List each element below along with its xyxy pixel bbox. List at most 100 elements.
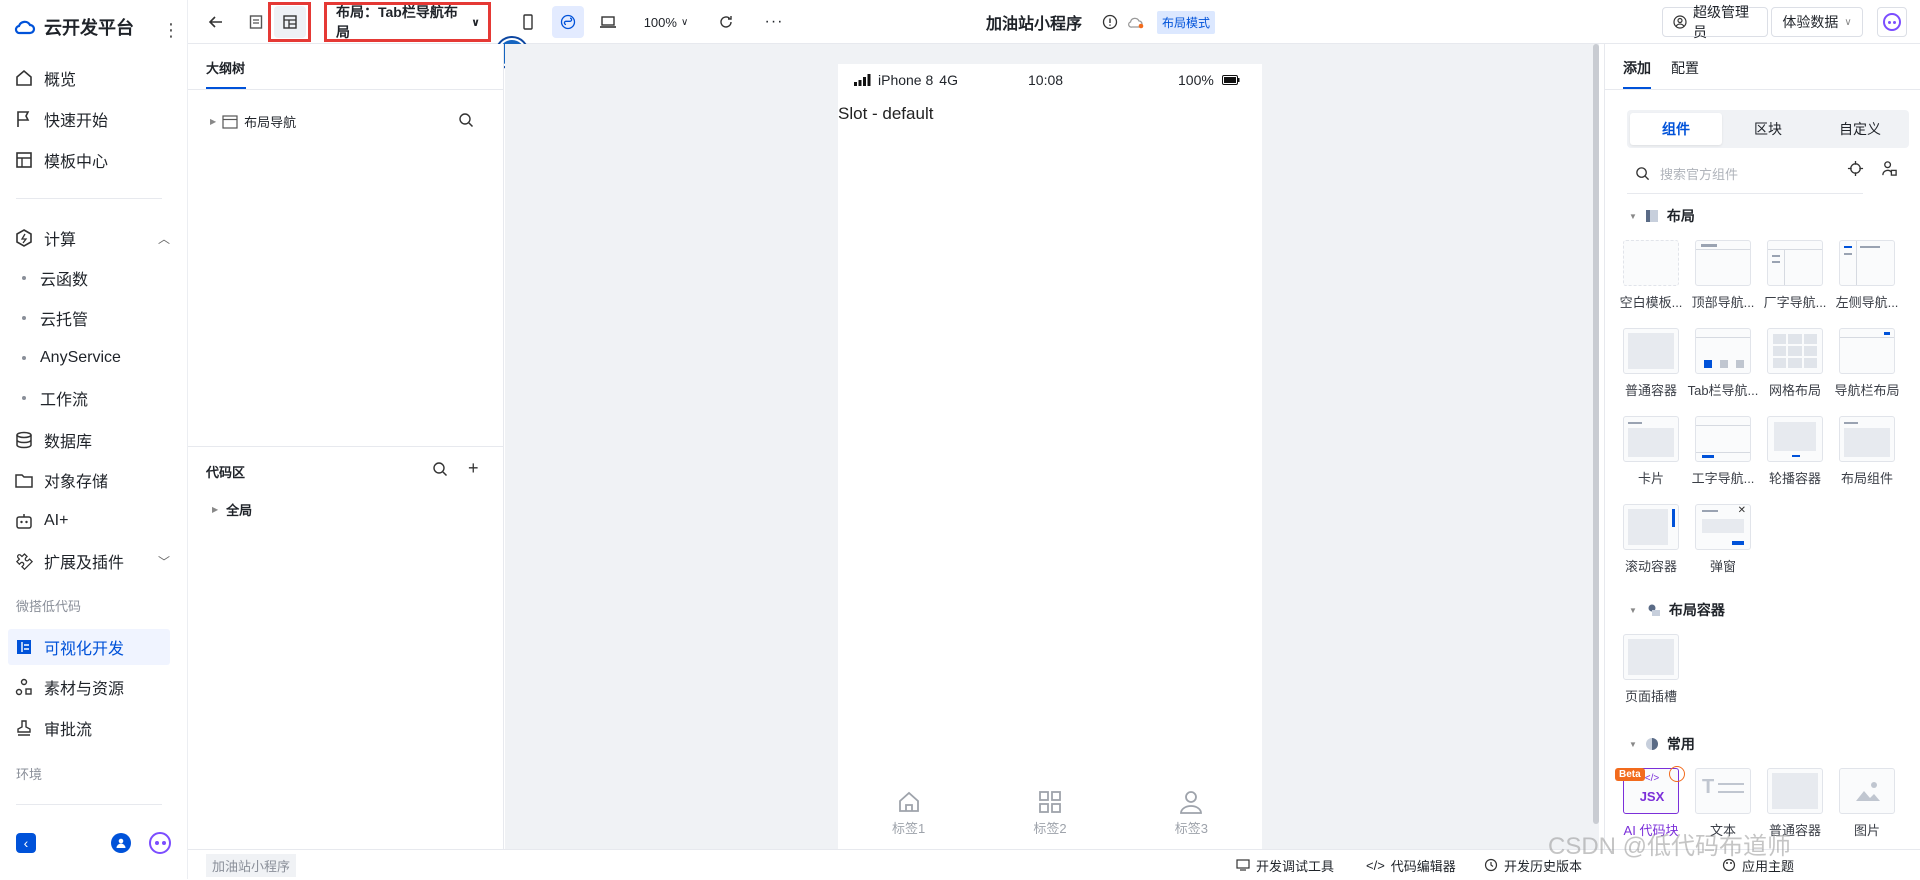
section-common[interactable]: ▼ 常用 xyxy=(1629,734,1695,754)
more-vertical-icon[interactable]: ⋮ xyxy=(162,20,180,41)
assistant-icon[interactable] xyxy=(149,832,171,854)
comp-grid-layout[interactable]: 网格布局 xyxy=(1759,328,1831,399)
comp-top-nav[interactable]: 顶部导航... xyxy=(1687,240,1759,311)
layout-icon xyxy=(14,637,34,657)
collapse-nav-button[interactable]: ‹ xyxy=(16,833,36,853)
factory-nav-thumb xyxy=(1767,240,1823,286)
search-icon xyxy=(1635,166,1650,181)
debug-tools-button[interactable]: 开发调试工具 xyxy=(1236,850,1334,880)
nav-divider xyxy=(16,198,162,199)
comp-dialog[interactable]: ✕ 弹窗 xyxy=(1687,504,1759,575)
device-miniprogram-button[interactable] xyxy=(552,0,584,44)
device-desktop-button[interactable] xyxy=(592,0,624,44)
beta-badge: Beta xyxy=(1615,768,1645,781)
comp-layout-component[interactable]: 布局组件 xyxy=(1831,416,1903,487)
user-button[interactable]: 超级管理员 xyxy=(1662,4,1768,40)
tab-config[interactable]: 配置 xyxy=(1671,58,1699,78)
i-nav-thumb xyxy=(1695,416,1751,462)
plugin-icon xyxy=(14,551,34,571)
highlight-box-2 xyxy=(324,2,491,42)
comp-label: Tab栏导航... xyxy=(1687,383,1759,398)
comp-page-slot[interactable]: 页面插槽 xyxy=(1615,634,1687,705)
code-editor-button[interactable]: </> 代码编辑器 xyxy=(1366,850,1456,880)
section-layout-label: 布局 xyxy=(1666,208,1695,224)
component-type-segment: 组件 区块 自定义 xyxy=(1627,110,1909,148)
tab-outline[interactable]: 大纲树 xyxy=(206,58,245,77)
info-icon[interactable] xyxy=(1096,0,1124,44)
comp-factory-nav[interactable]: 厂字导航... xyxy=(1759,240,1831,311)
search-icon[interactable] xyxy=(458,112,474,128)
zoom-value: 100% xyxy=(643,14,677,30)
segment-components[interactable]: 组件 xyxy=(1630,113,1722,145)
comp-normal-container[interactable]: 普通容器 xyxy=(1615,328,1687,399)
code-search-icon[interactable] xyxy=(432,461,448,477)
nav-quickstart[interactable]: 快速开始 xyxy=(14,101,170,137)
locate-icon[interactable] xyxy=(1847,160,1864,177)
comp-carousel[interactable]: 轮播容器 xyxy=(1759,416,1831,487)
comp-i-nav[interactable]: 工字导航... xyxy=(1687,416,1759,487)
brand[interactable]: 云开发平台 xyxy=(14,14,134,40)
comp-scroll-container[interactable]: 滚动容器 xyxy=(1615,504,1687,575)
nav-database[interactable]: 数据库 xyxy=(14,422,170,458)
design-canvas: iPhone 8 4G 10:08 100% Slot - default 标签… xyxy=(505,44,1599,849)
nav-workflow[interactable]: 工作流 xyxy=(22,381,88,415)
tab-bar-item-3[interactable]: 标签3 xyxy=(1121,789,1262,849)
section-layout[interactable]: ▼ 布局 xyxy=(1629,206,1695,226)
comp-tab-nav[interactable]: Tab栏导航... xyxy=(1687,328,1759,399)
nav-visual-dev[interactable]: 可视化开发 xyxy=(8,629,170,665)
comp-blank-template[interactable]: 空白模板... xyxy=(1615,240,1687,311)
device-mobile-button[interactable] xyxy=(512,0,544,44)
tab-bar-item-1[interactable]: 标签1 xyxy=(838,789,979,849)
segment-blocks[interactable]: 区块 xyxy=(1722,113,1814,145)
section-layout-container[interactable]: ▼ 布局容器 xyxy=(1629,600,1725,620)
nav-anyservice[interactable]: AnyService xyxy=(22,341,121,375)
nav-ai[interactable]: AI+ xyxy=(14,503,170,539)
tab-add[interactable]: 添加 xyxy=(1623,58,1651,78)
add-icon[interactable]: + xyxy=(468,458,479,479)
nav-extensions[interactable]: 扩展及插件 ﹀ xyxy=(14,543,170,579)
refresh-button[interactable] xyxy=(710,0,742,44)
container-section-icon xyxy=(1645,603,1661,617)
tab-bar-item-2[interactable]: 标签2 xyxy=(979,789,1120,849)
caret-right-icon: ▶ xyxy=(210,117,217,126)
comp-left-nav[interactable]: 左侧导航... xyxy=(1831,240,1903,311)
database-icon xyxy=(14,430,34,450)
nav-overview-label: 概览 xyxy=(44,72,77,89)
ai-spark-icon xyxy=(1669,766,1685,782)
zoom-select[interactable]: 100% ∨ xyxy=(636,0,696,44)
back-button[interactable] xyxy=(200,0,232,44)
cloud-sync-icon xyxy=(1124,0,1148,44)
slot-placeholder[interactable]: Slot - default xyxy=(838,104,933,124)
code-item-global[interactable]: ▶ 全局 xyxy=(212,500,252,519)
nav-overview[interactable]: 概览 xyxy=(14,60,170,96)
nav-compute[interactable]: 计算 ︿ xyxy=(14,220,170,256)
canvas-scrollbar[interactable] xyxy=(1593,44,1599,824)
user-name: 超级管理员 xyxy=(1693,4,1749,40)
editor-toolbar: 1 布局：Tab栏导航布局 ∨ 2 100%∨ ··· 加油站小程序 布局模式 … xyxy=(188,0,1920,78)
tree-item[interactable]: ▶ 布局导航 xyxy=(210,112,296,131)
mode-badge: 布局模式 xyxy=(1156,10,1215,34)
data-select[interactable]: 体验数据 ∨ xyxy=(1771,7,1863,37)
comp-image[interactable]: 图片 xyxy=(1831,768,1903,839)
phone-preview[interactable]: iPhone 8 4G 10:08 100% Slot - default 标签… xyxy=(838,64,1262,849)
code-editor-label: 代码编辑器 xyxy=(1390,858,1456,874)
robot-icon xyxy=(14,511,34,531)
nav-storage[interactable]: 对象存储 xyxy=(14,462,170,498)
nav-cloud-function[interactable]: 云函数 xyxy=(22,261,88,295)
comp-navbar-layout[interactable]: 导航栏布局 xyxy=(1831,328,1903,399)
nav-approval[interactable]: 审批流 xyxy=(14,710,170,746)
battery-icon xyxy=(1221,75,1240,85)
nav-cloud-function-label: 云函数 xyxy=(40,272,89,289)
nav-cloud-hosting[interactable]: 云托管 xyxy=(22,301,88,335)
user-avatar-icon[interactable] xyxy=(111,833,131,853)
segment-custom[interactable]: 自定义 xyxy=(1814,113,1906,145)
nav-assets[interactable]: 素材与资源 xyxy=(14,669,170,705)
more-button[interactable]: ··· xyxy=(758,0,790,44)
outline-panel: 大纲树 ▶ 布局导航 代码区 + ▶ 全局 xyxy=(188,44,504,849)
comp-card[interactable]: 卡片 xyxy=(1615,416,1687,487)
component-manage-icon[interactable] xyxy=(1881,160,1898,177)
assistant-button[interactable] xyxy=(1877,7,1907,37)
nav-templates[interactable]: 模板中心 xyxy=(14,142,170,178)
component-search[interactable]: 搜索官方组件 xyxy=(1627,154,1863,194)
caret-down-icon: ▼ xyxy=(1629,211,1637,221)
